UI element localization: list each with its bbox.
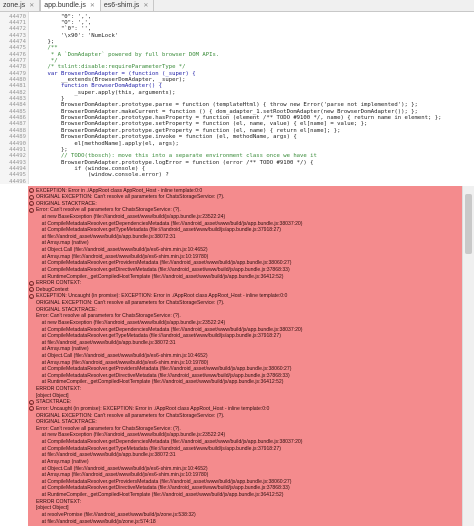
line-number: 44496	[9, 178, 26, 185]
console-text: at CompileMetadataResolver.getTypeMetada…	[36, 227, 281, 234]
console-text: at Object.Call (file:///android_asset/ww…	[36, 247, 208, 254]
console-text: at RuntimeCompiler._getCompiledHostTempl…	[36, 379, 284, 386]
console-scrollbar[interactable]	[462, 186, 474, 526]
console-text: EXCEPTION: Uncaught (in promise): EXCEPT…	[36, 293, 288, 300]
console-text: at Object.Call (file:///android_asset/ww…	[36, 353, 208, 359]
code-editor[interactable]: 44470 "0": ',', 44471 "O": ',', 44472 "`0"…	[0, 12, 474, 185]
console-text: at file:///android_asset/www/build/js/ap…	[36, 233, 176, 240]
console-text: ORIGINAL STACKTRACE:	[36, 419, 97, 426]
tab-label: es6-shim.js	[103, 2, 140, 9]
expand-toggle-icon[interactable]: ▸	[29, 194, 34, 201]
tab-app-bundle-js[interactable]: app.bundle.js ✕	[40, 0, 101, 11]
close-icon[interactable]: ✕	[29, 2, 34, 9]
console-text: at Array.map (native)	[36, 240, 89, 247]
console-text: at file:///android_asset/www/build/js/ap…	[36, 339, 176, 346]
console-text: at CompileMetadataResolver.getDirectiveM…	[36, 485, 290, 492]
console-text: at CompileMetadataResolver.getProvidersM…	[36, 478, 292, 485]
console-text: at file:///android_asset/www/build/js/zo…	[36, 518, 156, 525]
console-line: at file:///android_asset/www/build/js/zo…	[28, 518, 462, 525]
console-text: at CompileMetadataResolver.getTypeMetada…	[36, 333, 281, 340]
tab-es6-shim-js[interactable]: es6-shim.js ✕	[101, 0, 155, 11]
console-text: at Array.map (native)	[36, 458, 89, 465]
tab-zone-js[interactable]: zone.js ✕	[0, 0, 41, 11]
console-text: at CompileMetadataResolver.getDependenci…	[36, 326, 303, 333]
console-text: DebugContext	[36, 286, 69, 293]
console-text: at RuntimeCompiler._getCompiledHostTempl…	[36, 492, 284, 499]
console-text: ORIGINAL STACKTRACE:	[36, 306, 97, 313]
console-text: ORIGINAL EXCEPTION: Can't resolve all pa…	[36, 300, 225, 307]
console-text: at Array.map (native)	[36, 346, 89, 353]
console-text: ERROR CONTEXT:	[36, 386, 81, 393]
expand-toggle-icon[interactable]: ▸	[29, 399, 34, 406]
expand-toggle-icon[interactable]: ▸	[29, 207, 34, 214]
console-text: at resolvePromise (file:///android_asset…	[36, 511, 196, 518]
console-text: at CompileMetadataResolver.getDirectiveM…	[36, 372, 290, 379]
expand-toggle-icon[interactable]: ▸	[29, 280, 34, 287]
console-text: at Object.Call (file:///android_asset/ww…	[36, 465, 208, 472]
console-text: [object Object]	[36, 505, 69, 512]
console-text: at CompileMetadataResolver.getDependenci…	[36, 439, 303, 446]
console-text: at Array.map (file:///android_asset/www/…	[36, 359, 209, 366]
console-text: at new BaseException (file:///android_as…	[36, 213, 226, 220]
console-text: at new BaseException (file:///android_as…	[36, 432, 226, 439]
console-text: Error: Can't resolve all parameters for …	[36, 425, 181, 432]
tab-label: app.bundle.js	[44, 2, 86, 9]
expand-toggle-icon[interactable]: ▸	[29, 201, 34, 207]
console-text: at new BaseException (file:///android_as…	[36, 319, 226, 326]
console-text: [object Object]	[36, 392, 69, 399]
error-console: ▸ EXCEPTION: Error in ./AppRoot class App…	[28, 186, 462, 526]
expand-toggle-icon[interactable]: ▸	[29, 188, 34, 194]
close-icon[interactable]: ✕	[143, 2, 148, 9]
console-text: STACKTRACE:	[36, 399, 72, 406]
expand-toggle-icon[interactable]: ▸	[29, 287, 34, 293]
expand-toggle-icon[interactable]: ▸	[29, 406, 34, 412]
console-text: at Array.map (file:///android_asset/www/…	[36, 253, 209, 260]
console-text: at file:///android_asset/www/build/js/ap…	[36, 452, 176, 459]
close-icon[interactable]: ✕	[90, 2, 95, 9]
expand-toggle-icon[interactable]: ▸	[29, 293, 34, 300]
console-text: EXCEPTION: Error in ./AppRoot class AppR…	[36, 187, 203, 194]
console-text: at CompileMetadataResolver.getProvidersM…	[36, 260, 292, 267]
console-text: at CompileMetadataResolver.getTypeMetada…	[36, 445, 281, 452]
console-text: Error: Uncaught (in promise): EXCEPTION:…	[36, 405, 270, 412]
console-text: Error: Can't resolve all parameters for …	[36, 313, 181, 320]
console-text: at Array.map (file:///android_asset/www/…	[36, 472, 209, 479]
console-text: ERROR CONTEXT:	[36, 280, 81, 287]
console-text: at RuntimeCompiler._getCompiledHostTempl…	[36, 273, 284, 280]
console-text: at CompileMetadataResolver.getDependenci…	[36, 220, 303, 227]
tab-bar: zone.js ✕ app.bundle.js ✕ es6-shim.js ✕	[0, 0, 474, 12]
console-text: at CompileMetadataResolver.getDirectiveM…	[36, 266, 290, 273]
tab-label: zone.js	[3, 2, 26, 9]
console-text: ERROR CONTEXT:	[36, 498, 81, 505]
console-text: ORIGINAL EXCEPTION: Can't resolve all pa…	[36, 412, 225, 419]
code-line: 44496	[0, 178, 474, 185]
console-text: ORIGINAL EXCEPTION: Can't resolve all pa…	[36, 194, 225, 201]
scrollbar-thumb[interactable]	[465, 194, 472, 254]
console-text: at CompileMetadataResolver.getProvidersM…	[36, 366, 292, 373]
console-text: Error: Can't resolve all parameters for …	[36, 207, 181, 214]
console-text: ORIGINAL STACKTRACE:	[36, 200, 97, 207]
